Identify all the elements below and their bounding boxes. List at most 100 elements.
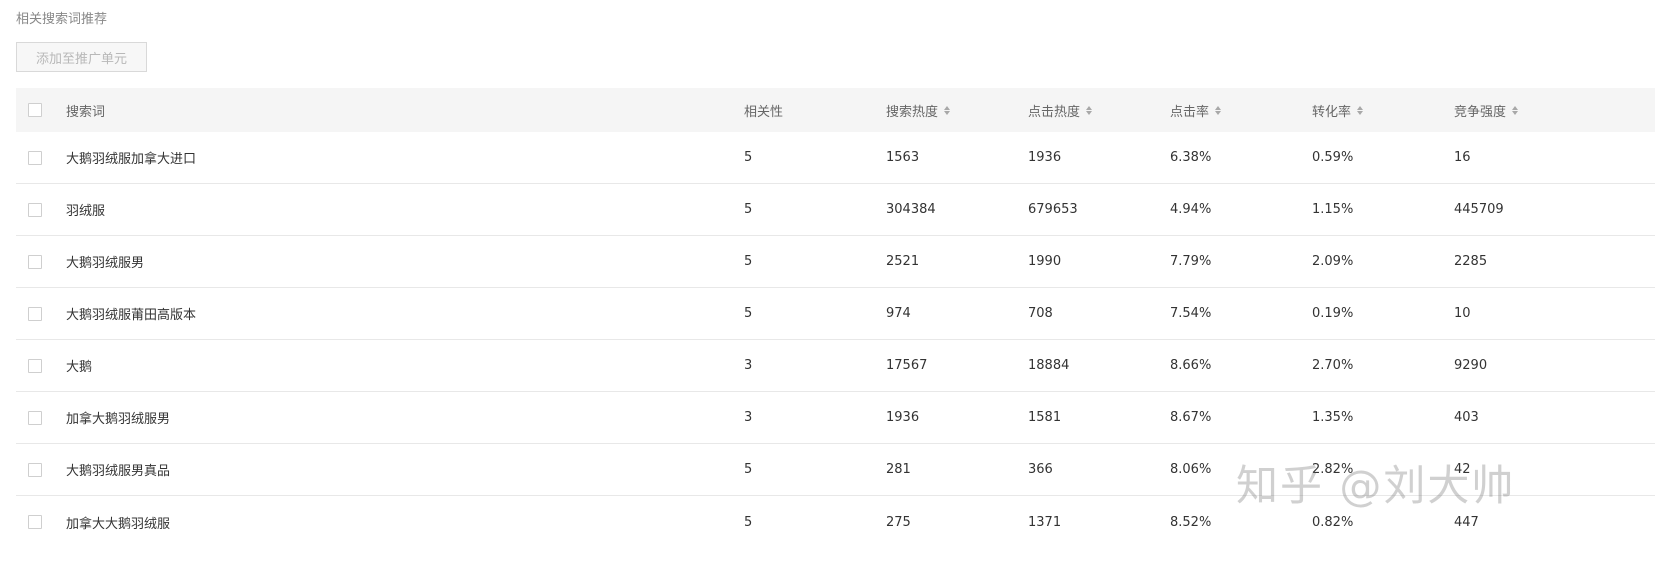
cell-relevance: 5: [744, 150, 753, 165]
cell-cvr: 0.59%: [1312, 150, 1354, 165]
cell-search-heat: 17567: [886, 358, 928, 373]
sort-icon[interactable]: [1086, 105, 1093, 115]
row-checkbox[interactable]: [28, 462, 42, 477]
cell-cvr: 2.82%: [1312, 462, 1354, 477]
cell-ctr: 8.06%: [1170, 462, 1212, 477]
cell-search-heat: 2521: [886, 254, 920, 269]
cell-cvr: 1.15%: [1312, 202, 1354, 217]
cell-click-heat: 708: [1028, 306, 1053, 321]
cell-click-heat: 1936: [1028, 150, 1062, 165]
cell-ctr: 8.52%: [1170, 514, 1212, 530]
row-checkbox[interactable]: [28, 150, 42, 165]
header-search-heat-label: 搜索热度: [886, 104, 939, 120]
cell-cvr: 1.35%: [1312, 410, 1354, 425]
table-header: 搜索词 相关性 搜索热度 点击热度 点击率 转化率 竞争强度: [16, 88, 1655, 132]
cell-keyword: 加拿大鹅羽绒服男: [66, 412, 171, 427]
header-ctr[interactable]: 点击率: [1170, 101, 1312, 120]
cell-keyword: 羽绒服: [66, 204, 106, 219]
cell-relevance: 5: [744, 202, 753, 217]
row-checkbox-cell: [16, 515, 52, 529]
header-keyword: 搜索词: [52, 101, 744, 120]
cell-relevance: 5: [744, 514, 753, 530]
row-checkbox-cell: [16, 462, 52, 477]
cell-keyword: 加拿大大鹅羽绒服: [66, 516, 171, 532]
row-checkbox[interactable]: [28, 358, 42, 373]
sort-icon[interactable]: [1215, 105, 1222, 115]
cell-competition: 16: [1454, 150, 1471, 165]
sort-icon[interactable]: [944, 105, 951, 115]
row-checkbox-cell: [16, 306, 52, 321]
cell-search-heat: 974: [886, 306, 911, 321]
cell-ctr: 8.67%: [1170, 410, 1212, 425]
header-relevance-label: 相关性: [744, 104, 784, 120]
add-to-unit-button[interactable]: 添加至推广单元: [16, 42, 147, 72]
row-checkbox[interactable]: [28, 254, 42, 269]
header-click-heat-label: 点击热度: [1028, 104, 1081, 120]
cell-competition: 445709: [1454, 202, 1504, 217]
table-row[interactable]: 加拿大鹅羽绒服男 3 1936 1581 8.67% 1.35% 403: [16, 392, 1655, 444]
cell-relevance: 5: [744, 306, 753, 321]
sort-icon[interactable]: [1512, 105, 1519, 115]
cell-click-heat: 1581: [1028, 410, 1062, 425]
row-checkbox[interactable]: [28, 410, 42, 425]
cell-ctr: 4.94%: [1170, 202, 1212, 217]
table-row[interactable]: 大鹅羽绒服加拿大进口 5 1563 1936 6.38% 0.59% 16: [16, 132, 1655, 184]
cell-competition: 403: [1454, 410, 1479, 425]
cell-cvr: 0.82%: [1312, 514, 1354, 530]
cell-competition: 447: [1454, 514, 1479, 530]
row-checkbox-cell: [16, 150, 52, 165]
cell-click-heat: 1371: [1028, 514, 1062, 530]
table-row[interactable]: 大鹅羽绒服男 5 2521 1990 7.79% 2.09% 2285: [16, 236, 1655, 288]
cell-search-heat: 275: [886, 514, 911, 530]
cell-search-heat: 1563: [886, 150, 920, 165]
header-click-heat[interactable]: 点击热度: [1028, 101, 1170, 120]
cell-keyword: 大鹅: [66, 360, 93, 375]
header-competition[interactable]: 竞争强度: [1454, 101, 1614, 120]
row-checkbox-cell: [16, 202, 52, 217]
cell-click-heat: 1990: [1028, 254, 1062, 269]
cell-ctr: 7.54%: [1170, 306, 1212, 321]
cell-relevance: 3: [744, 358, 753, 373]
cell-competition: 9290: [1454, 358, 1488, 373]
cell-click-heat: 366: [1028, 462, 1053, 477]
cell-search-heat: 281: [886, 462, 911, 477]
table-row[interactable]: 加拿大大鹅羽绒服 5 275 1371 8.52% 0.82% 447: [16, 496, 1655, 548]
header-relevance: 相关性: [744, 101, 886, 120]
header-cvr[interactable]: 转化率: [1312, 101, 1454, 120]
related-keywords-table: 搜索词 相关性 搜索热度 点击热度 点击率 转化率 竞争强度 大鹅羽绒服加拿大进…: [16, 88, 1655, 548]
select-all-checkbox[interactable]: [28, 103, 42, 117]
cell-search-heat: 304384: [886, 202, 936, 217]
cell-cvr: 2.70%: [1312, 358, 1354, 373]
header-ctr-label: 点击率: [1170, 104, 1210, 120]
row-checkbox-cell: [16, 410, 52, 425]
header-cvr-label: 转化率: [1312, 104, 1352, 120]
cell-competition: 42: [1454, 462, 1471, 477]
header-competition-label: 竞争强度: [1454, 104, 1507, 120]
cell-keyword: 大鹅羽绒服男真品: [66, 464, 171, 479]
select-all-cell: [16, 103, 52, 117]
row-checkbox[interactable]: [28, 306, 42, 321]
cell-cvr: 2.09%: [1312, 254, 1354, 269]
row-checkbox[interactable]: [28, 515, 42, 529]
header-search-heat[interactable]: 搜索热度: [886, 101, 1028, 120]
row-checkbox[interactable]: [28, 202, 42, 217]
cell-ctr: 7.79%: [1170, 254, 1212, 269]
cell-relevance: 5: [744, 462, 753, 477]
header-keyword-label: 搜索词: [66, 104, 106, 120]
table-row[interactable]: 大鹅羽绒服男真品 5 281 366 8.06% 2.82% 42: [16, 444, 1655, 496]
cell-ctr: 8.66%: [1170, 358, 1212, 373]
cell-keyword: 大鹅羽绒服男: [66, 256, 145, 271]
cell-relevance: 5: [744, 254, 753, 269]
cell-click-heat: 679653: [1028, 202, 1078, 217]
cell-click-heat: 18884: [1028, 358, 1070, 373]
cell-competition: 10: [1454, 306, 1471, 321]
table-row[interactable]: 羽绒服 5 304384 679653 4.94% 1.15% 445709: [16, 184, 1655, 236]
table-row[interactable]: 大鹅羽绒服莆田高版本 5 974 708 7.54% 0.19% 10: [16, 288, 1655, 340]
cell-cvr: 0.19%: [1312, 306, 1354, 321]
row-checkbox-cell: [16, 358, 52, 373]
table-row[interactable]: 大鹅 3 17567 18884 8.66% 2.70% 9290: [16, 340, 1655, 392]
cell-relevance: 3: [744, 410, 753, 425]
cell-ctr: 6.38%: [1170, 150, 1212, 165]
row-checkbox-cell: [16, 254, 52, 269]
sort-icon[interactable]: [1357, 105, 1364, 115]
